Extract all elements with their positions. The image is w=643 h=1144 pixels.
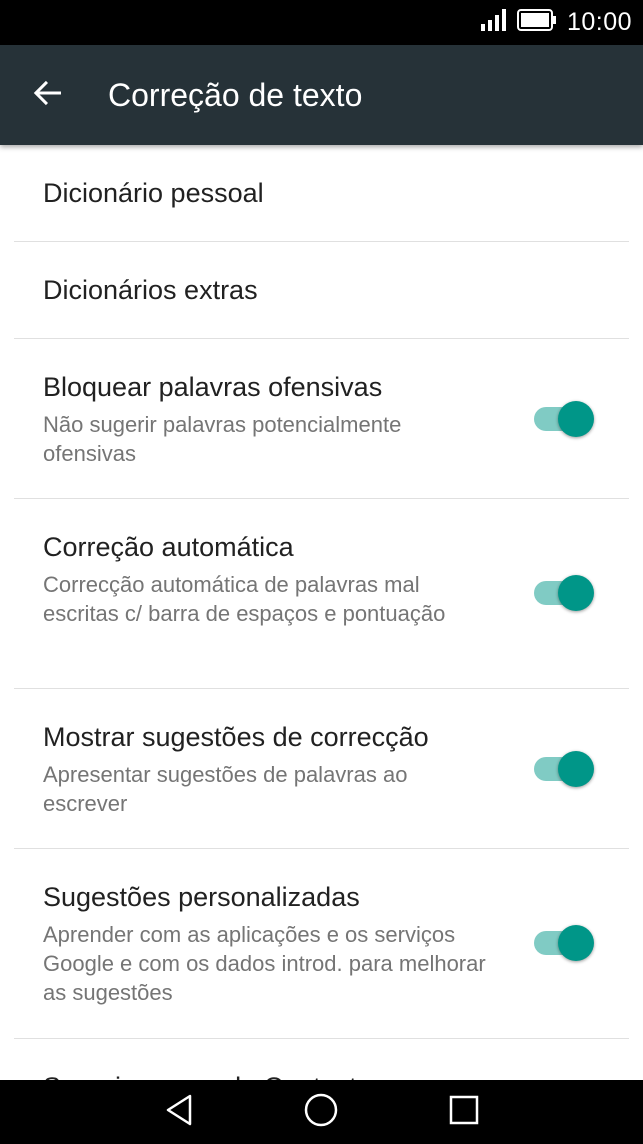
setting-title: Dicionários extras — [43, 275, 258, 305]
nav-home-button[interactable] — [291, 1090, 351, 1134]
setting-show-suggestions[interactable]: Mostrar sugestões de correcção Apresenta… — [0, 689, 643, 849]
setting-title: Sugestões personalizadas — [43, 882, 360, 912]
setting-personal-dictionary[interactable]: Dicionário pessoal — [0, 145, 643, 242]
setting-suggest-contact-names[interactable]: Sugerir nomes de Contacto — [0, 1039, 643, 1080]
setting-summary: Aprender com as aplicações e os serviços… — [43, 922, 486, 1005]
block-offensive-switch[interactable] — [532, 399, 596, 439]
arrow-back-icon — [32, 77, 64, 114]
setting-title: Dicionário pessoal — [43, 178, 264, 208]
switch-thumb — [558, 925, 594, 961]
setting-summary: Correcção automática de palavras mal esc… — [43, 572, 446, 626]
setting-auto-correction[interactable]: Correção automática Correcção automática… — [0, 499, 643, 689]
setting-extra-dictionaries[interactable]: Dicionários extras — [0, 242, 643, 339]
setting-summary: Não sugerir palavras potencialmente ofen… — [43, 412, 402, 466]
nav-home-icon — [303, 1092, 339, 1133]
status-clock: 10:00 — [566, 8, 632, 36]
setting-block-offensive[interactable]: Bloquear palavras ofensivas Não sugerir … — [0, 339, 643, 499]
app-bar: Correção de texto — [0, 45, 643, 145]
auto-correction-switch[interactable] — [532, 573, 596, 613]
setting-title: Mostrar sugestões de correcção — [43, 722, 429, 752]
settings-list: Dicionário pessoal Dicionários extras Bl… — [0, 145, 643, 1080]
page-title: Correção de texto — [108, 76, 363, 113]
nav-recents-icon — [448, 1094, 480, 1131]
switch-thumb — [558, 751, 594, 787]
status-bar: 10:00 — [0, 0, 643, 45]
setting-title: Bloquear palavras ofensivas — [43, 372, 383, 402]
personalized-suggestions-switch[interactable] — [532, 923, 596, 963]
nav-recents-button[interactable] — [434, 1090, 494, 1134]
switch-thumb — [558, 401, 594, 437]
setting-personalized-suggestions[interactable]: Sugestões personalizadas Aprender com as… — [0, 849, 643, 1039]
nav-back-button[interactable] — [149, 1090, 209, 1134]
switch-thumb — [558, 575, 594, 611]
setting-title: Sugerir nomes de Contacto — [43, 1072, 372, 1080]
setting-title: Correção automática — [43, 532, 294, 562]
navigation-bar — [0, 1080, 643, 1144]
status-icons: 10:00 — [480, 0, 632, 45]
signal-icon — [480, 9, 507, 36]
setting-summary: Apresentar sugestões de palavras ao escr… — [43, 762, 408, 816]
battery-icon — [516, 9, 557, 36]
back-button[interactable] — [20, 67, 76, 123]
nav-back-icon — [164, 1093, 194, 1132]
show-suggestions-switch[interactable] — [532, 749, 596, 789]
